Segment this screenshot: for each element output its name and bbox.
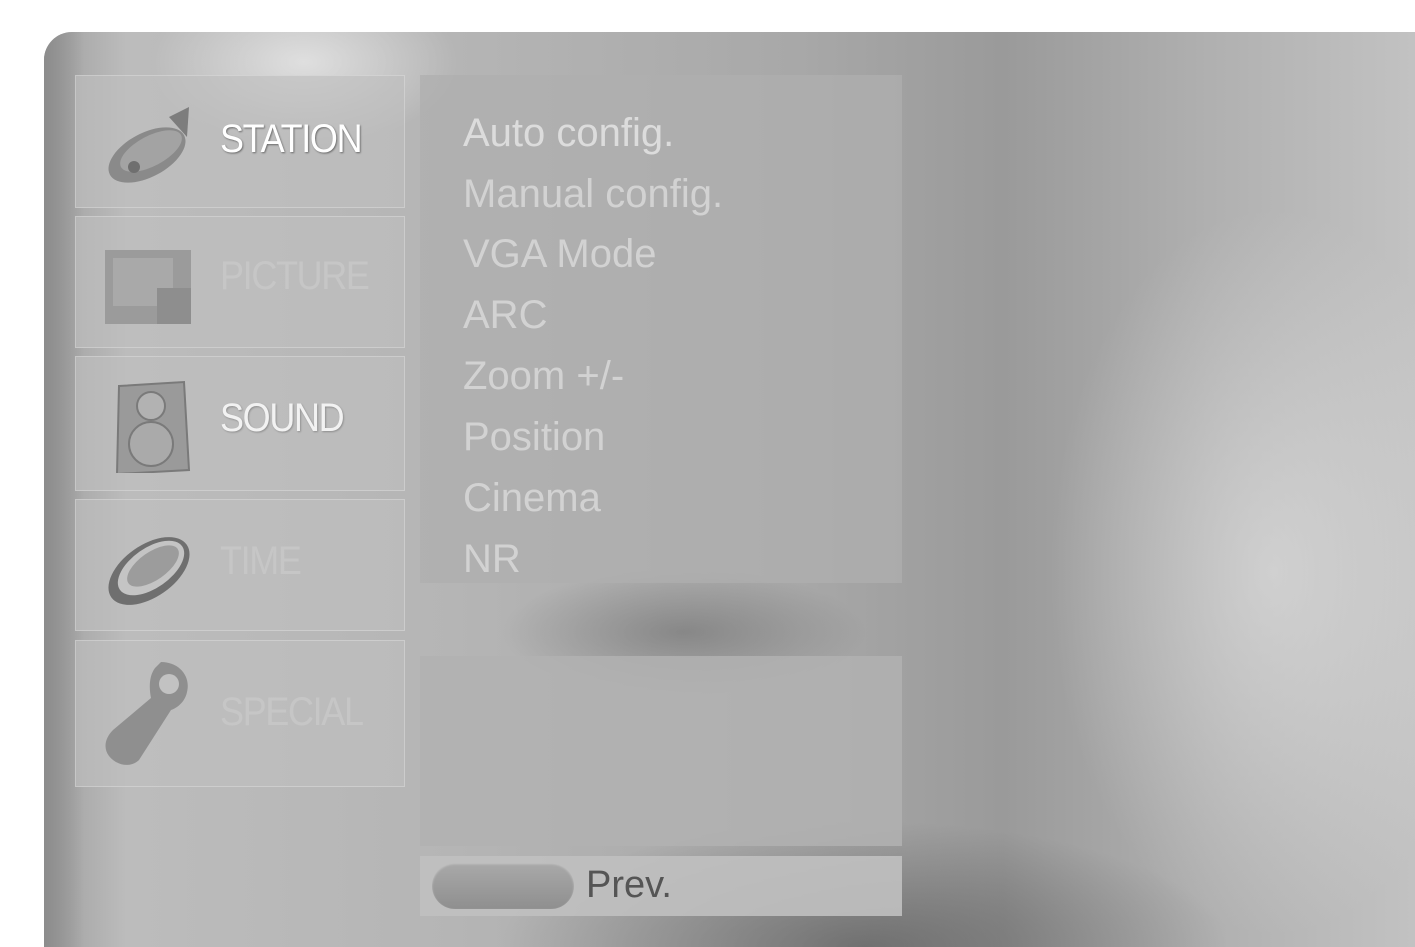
prev-label: Prev. <box>586 864 672 906</box>
menu-item-label: SPECIAL <box>220 690 364 734</box>
info-panel <box>420 656 902 846</box>
submenu-item-zoom[interactable]: Zoom +/- <box>463 354 624 399</box>
speaker-icon <box>99 378 199 476</box>
submenu-item-manual-config[interactable]: Manual config. <box>463 172 723 217</box>
tag-icon <box>99 658 199 765</box>
submenu-item-nr[interactable]: NR <box>463 537 521 582</box>
prev-button[interactable] <box>432 863 574 909</box>
menu-item-special[interactable]: SPECIAL <box>75 640 405 787</box>
menu-item-label: SOUND <box>220 396 345 440</box>
submenu-item-auto-config[interactable]: Auto config. <box>463 111 674 156</box>
menu-item-station[interactable]: STATION <box>75 75 405 208</box>
station-submenu: Auto config. Manual config. VGA Mode ARC… <box>420 75 902 583</box>
submenu-item-position[interactable]: Position <box>463 415 605 460</box>
submenu-item-vga-mode[interactable]: VGA Mode <box>463 232 656 277</box>
menu-item-time[interactable]: TIME <box>75 499 405 631</box>
menu-item-picture[interactable]: PICTURE <box>75 216 405 348</box>
clock-icon <box>99 521 199 616</box>
satellite-dish-icon <box>99 97 199 192</box>
menu-item-label: PICTURE <box>220 254 370 298</box>
picture-icon <box>99 238 199 333</box>
footer-bar: Prev. <box>420 856 902 916</box>
submenu-item-cinema[interactable]: Cinema <box>463 476 601 521</box>
submenu-item-arc[interactable]: ARC <box>463 293 547 338</box>
menu-item-label: STATION <box>220 117 363 161</box>
menu-item-label: TIME <box>220 539 302 583</box>
menu-item-sound[interactable]: SOUND <box>75 356 405 491</box>
